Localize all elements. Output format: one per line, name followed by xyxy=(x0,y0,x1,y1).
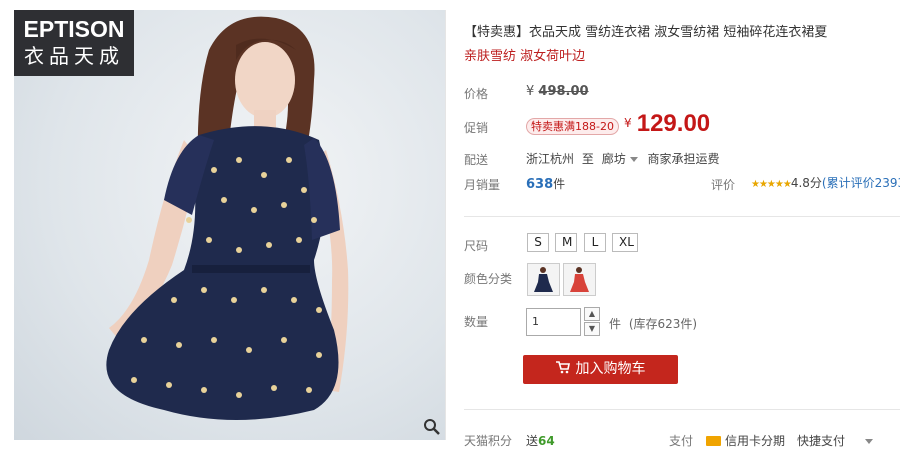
payment-label: 支付 xyxy=(669,434,694,448)
promo-price-currency: ¥ xyxy=(624,116,632,130)
size-label: 尺码 xyxy=(464,239,489,253)
cart-icon xyxy=(555,361,570,374)
shipping-label: 配送 xyxy=(464,153,489,167)
quantity-decrease-button[interactable]: ▼ xyxy=(584,322,600,336)
points-prefix: 送 xyxy=(526,434,539,448)
credit-card-icon xyxy=(706,436,721,446)
quantity-input[interactable]: 1 xyxy=(526,308,581,336)
promo-badge: 特卖惠满188-20 xyxy=(526,118,619,135)
chevron-down-icon: ▼ xyxy=(588,324,596,333)
shipping-fee: 商家承担运费 xyxy=(647,152,720,166)
stock-count: (库存623件) xyxy=(628,317,698,331)
points-value: 64 xyxy=(538,434,555,448)
quantity-unit: 件 xyxy=(609,317,622,331)
add-to-cart-label: 加入购物车 xyxy=(575,361,646,377)
quantity-label: 数量 xyxy=(464,315,489,329)
shipping-destination: 廊坊 xyxy=(601,152,626,166)
monthly-sales: 638件 xyxy=(526,175,565,192)
quick-pay-dropdown[interactable]: 快捷支付 xyxy=(797,432,874,449)
quick-pay-label: 快捷支付 xyxy=(797,434,846,448)
rating-label: 评价 xyxy=(711,178,736,192)
size-option-s[interactable]: S xyxy=(527,233,549,252)
brand-logo: EPTISON 衣品天成 xyxy=(14,10,134,76)
list-price-label: 价格 xyxy=(464,87,489,101)
sales-count: 638 xyxy=(526,177,554,192)
points-info: 送64 xyxy=(526,432,555,449)
shipping-info: 浙江杭州 至 廊坊 商家承担运费 xyxy=(526,150,720,167)
sales-label: 月销量 xyxy=(464,178,501,192)
credit-card-installment[interactable]: 信用卡分期 xyxy=(706,432,785,449)
size-option-l[interactable]: L xyxy=(584,233,606,252)
red-dress-thumbnail xyxy=(570,267,589,292)
product-title: 【特卖惠】衣品天成 雪纺连衣裙 淑女雪纺裙 短袖碎花连衣裙夏 xyxy=(464,25,828,40)
color-label: 颜色分类 xyxy=(464,272,513,286)
divider xyxy=(464,216,900,217)
promo-price: ¥ 129.00 xyxy=(624,110,710,138)
list-price-currency: ¥ xyxy=(526,84,535,99)
star-rating-icon: ★★★★★ xyxy=(751,179,792,190)
list-price: ¥ 498.00 xyxy=(526,84,589,99)
brand-name-zh: 衣品天成 xyxy=(24,44,124,68)
list-price-value: 498.00 xyxy=(538,84,589,99)
review-count-link[interactable]: (累计评价2393) xyxy=(822,176,900,190)
navy-dress-thumbnail xyxy=(534,267,553,292)
color-option-navy[interactable] xyxy=(527,263,560,296)
divider xyxy=(464,409,900,410)
chevron-down-icon xyxy=(865,439,874,444)
brand-name-en: EPTISON xyxy=(23,16,125,42)
size-option-m[interactable]: M xyxy=(555,233,577,252)
product-subtitle: 亲肤雪纺 淑女荷叶边 xyxy=(464,49,586,64)
rating[interactable]: ★★★★★4.8分(累计评价2393) xyxy=(751,174,900,191)
stock-info: 件 (库存623件) xyxy=(609,315,697,332)
product-image[interactable]: EPTISON 衣品天成 xyxy=(14,10,446,440)
add-to-cart-button[interactable]: 加入购物车 xyxy=(523,355,678,384)
chevron-down-icon xyxy=(629,156,638,162)
promo-label: 促销 xyxy=(464,121,489,135)
credit-card-label: 信用卡分期 xyxy=(725,434,786,448)
color-option-red[interactable] xyxy=(563,263,596,296)
shipping-to-word: 至 xyxy=(581,152,594,166)
chevron-up-icon: ▲ xyxy=(588,309,596,318)
zoom-icon[interactable] xyxy=(423,418,441,436)
quantity-increase-button[interactable]: ▲ xyxy=(584,307,600,321)
sales-unit: 件 xyxy=(553,177,566,191)
promo-price-value: 129.00 xyxy=(636,110,711,137)
rating-score: 4.8分 xyxy=(790,176,822,190)
shipping-from: 浙江杭州 xyxy=(526,152,575,166)
shipping-destination-select[interactable]: 廊坊 xyxy=(602,152,644,166)
size-option-xl[interactable]: XL xyxy=(612,233,638,252)
points-label: 天猫积分 xyxy=(464,434,513,448)
